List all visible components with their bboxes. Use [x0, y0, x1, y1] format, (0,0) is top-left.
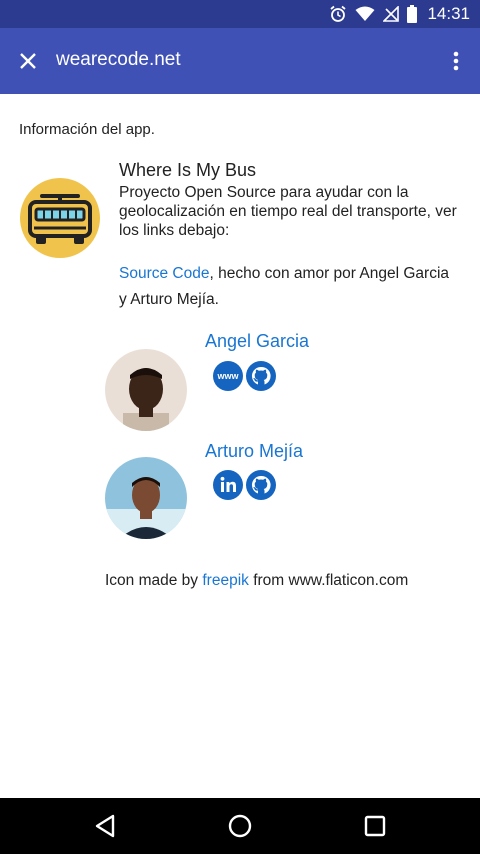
home-circle-icon	[228, 814, 252, 838]
battery-icon	[407, 5, 418, 23]
home-button[interactable]	[224, 810, 256, 842]
content: Información del app. Where Is My Bus Pro…	[0, 94, 480, 798]
status-icons: 14:31	[329, 0, 470, 28]
wifi-icon	[355, 6, 375, 21]
www-icon[interactable]: www	[213, 361, 243, 391]
alarm-icon	[330, 5, 347, 22]
navigation-bar	[0, 798, 480, 854]
app-title: Where Is My Bus	[119, 160, 257, 180]
back-triangle-icon	[95, 814, 115, 838]
page-title: wearecode.net	[56, 49, 181, 70]
toolbar: wearecode.net	[0, 28, 480, 94]
intro-text: Información del app.	[19, 121, 155, 138]
recents-square-icon	[364, 815, 386, 837]
back-button[interactable]	[89, 810, 121, 842]
status-time: 14:31	[427, 4, 470, 23]
icon-credit: Icon made by freepik from www.flaticon.c…	[105, 572, 408, 590]
linkedin-icon[interactable]	[213, 470, 243, 500]
status-bar: 14:31	[0, 0, 480, 28]
freepik-link[interactable]: freepik	[202, 572, 249, 589]
arturo-mejia-avatar	[105, 457, 187, 539]
recents-button[interactable]	[359, 810, 391, 842]
github-icon[interactable]	[246, 361, 276, 391]
app-description: Proyecto Open Source para ayudar con la …	[119, 184, 457, 239]
source-code-link[interactable]: Source Code	[119, 265, 209, 282]
signal-icon	[383, 6, 400, 22]
icon-credit-prefix: Icon made by	[105, 572, 203, 589]
arturo-mejia-name-link[interactable]: Arturo Mejía	[205, 441, 303, 462]
github-icon[interactable]	[246, 470, 276, 500]
more-vert-icon	[453, 51, 459, 71]
angel-garcia-avatar	[105, 349, 187, 431]
overflow-menu-button[interactable]	[446, 47, 466, 75]
credit-line: Source Code, hecho con amor por Angel Ga…	[119, 261, 449, 313]
icon-credit-suffix: from www.flaticon.com	[248, 572, 409, 589]
bus-logo-icon	[20, 178, 100, 258]
angel-garcia-name-link[interactable]: Angel Garcia	[205, 331, 309, 352]
close-button[interactable]	[12, 45, 44, 77]
close-icon	[20, 53, 36, 69]
svg-text:www: www	[216, 371, 239, 381]
